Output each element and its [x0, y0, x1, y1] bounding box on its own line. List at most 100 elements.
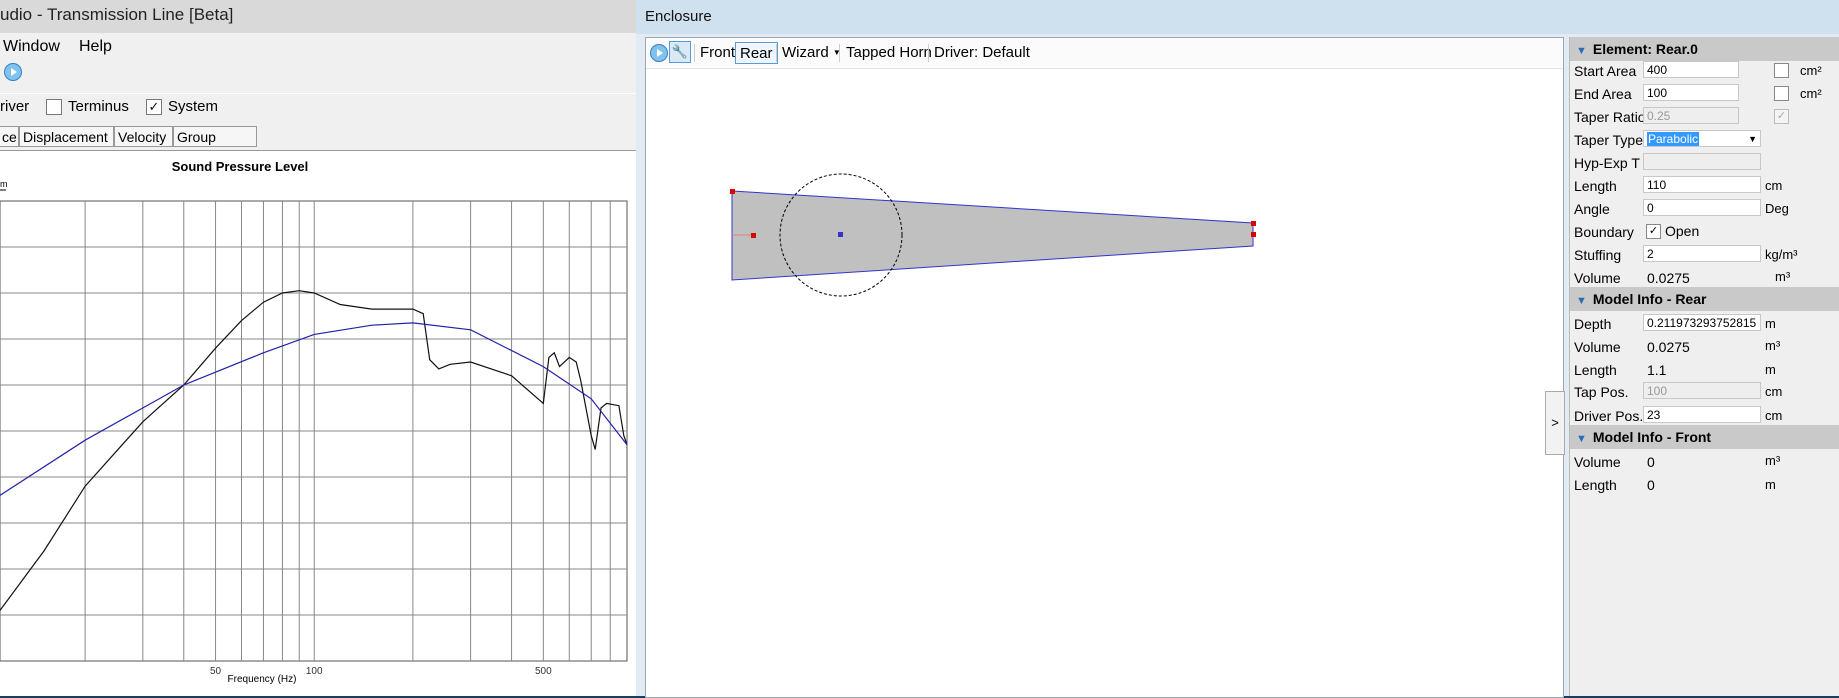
front-button[interactable]: Front	[696, 42, 739, 64]
end-area-label: End Area	[1574, 86, 1632, 102]
chart-title: Sound Pressure Level	[172, 159, 309, 174]
driver-button[interactable]: Driver: Default	[930, 42, 1034, 64]
transmission-line-window: udio - Transmission Line [Beta] Window H…	[0, 0, 636, 696]
corner-handle[interactable]	[1251, 221, 1256, 226]
stuffing-label: Stuffing	[1574, 247, 1622, 263]
terminus-label: Terminus	[68, 98, 129, 115]
driver-pos-input[interactable]: 23	[1643, 406, 1761, 423]
front-volume-unit: m³	[1765, 453, 1781, 468]
front-length-value: 0	[1647, 477, 1655, 493]
depth-input[interactable]: 0.211973293752815	[1643, 314, 1761, 331]
menu-help[interactable]: Help	[79, 38, 112, 56]
model-rear-section-title: Model Info - Rear	[1592, 291, 1707, 307]
taper-type-label: Taper Type	[1574, 132, 1644, 148]
rear-length-unit: m	[1765, 362, 1776, 377]
spl-chart: Sound Pressure Level m Frequency (Hz) 50…	[0, 151, 636, 696]
run-icon	[650, 44, 668, 62]
menu-window[interactable]: Window	[3, 38, 60, 56]
rear-volume-label: Volume	[1574, 339, 1621, 355]
series-line-2	[0, 322, 628, 496]
enclosure-frame: 🔧 Front Rear Wizard ▼ Tapped Horn Driver…	[636, 34, 1839, 698]
toolbar-separator	[776, 44, 777, 62]
taper-ratio-checkbox: ✓	[1774, 109, 1789, 124]
start-area-label: Start Area	[1574, 63, 1637, 79]
enclosure-drawing	[730, 173, 1256, 297]
enclosure-canvas[interactable]: 🔧 Front Rear Wizard ▼ Tapped Horn Driver…	[645, 37, 1564, 698]
tab-velocity[interactable]: Velocity	[114, 126, 173, 147]
start-area-checkbox[interactable]	[1774, 63, 1789, 78]
chevron-down-icon: ▼	[1748, 134, 1757, 144]
legend-fragment: m	[0, 179, 8, 189]
boundary-value: Open	[1665, 223, 1700, 239]
rear-length-value: 1.1	[1647, 362, 1667, 378]
rear-length-label: Length	[1574, 362, 1617, 378]
front-length-label: Length	[1574, 477, 1617, 493]
angle-label: Angle	[1574, 201, 1610, 217]
menu-bar: Window Help	[0, 33, 636, 93]
system-checkbox[interactable]: ✓	[146, 99, 162, 115]
end-handle[interactable]	[1251, 232, 1256, 237]
graph-tabs: ce Displacement Velocity Group Delay	[0, 125, 636, 166]
corner-handle[interactable]	[730, 189, 735, 194]
end-area-checkbox[interactable]	[1774, 86, 1789, 101]
length-label: Length	[1574, 178, 1617, 194]
options-bar: river Terminus ✓ System	[0, 93, 636, 126]
wizard-button[interactable]: Wizard ▼	[778, 42, 845, 64]
taper-ratio-input: 0.25	[1643, 107, 1739, 124]
front-volume-value: 0	[1647, 454, 1655, 470]
tab-group-delay[interactable]: Group Delay	[173, 126, 257, 166]
start-area-unit: cm²	[1800, 63, 1822, 78]
taper-type-value: Parabolic	[1647, 132, 1700, 146]
hyp-exp-input	[1643, 153, 1761, 170]
driver-pos-label: Driver Pos.	[1574, 408, 1644, 424]
tab-impedance[interactable]: ce	[0, 126, 19, 147]
driver-label: river	[0, 98, 30, 115]
properties-panel: ▼ Element: Rear.0 Start Area 400 cm² End …	[1569, 37, 1839, 696]
start-area-input[interactable]: 400	[1643, 61, 1739, 78]
driver-pos-unit: cm	[1765, 408, 1783, 423]
window-title: udio - Transmission Line [Beta]	[0, 5, 234, 24]
x-tick-label: 500	[535, 666, 552, 677]
play-icon	[4, 63, 22, 81]
end-area-unit: cm²	[1800, 86, 1822, 101]
run-button[interactable]	[650, 44, 668, 65]
tapped-horn-button[interactable]: Tapped Horn	[842, 42, 936, 64]
toolbar-separator	[928, 44, 929, 62]
taper-type-select[interactable]: Parabolic ▼	[1643, 130, 1761, 147]
rear-button[interactable]: Rear	[735, 42, 778, 64]
play-button[interactable]	[4, 63, 22, 84]
front-volume-label: Volume	[1574, 454, 1621, 470]
triangle-down-icon: ▼	[1576, 45, 1587, 57]
stuffing-input[interactable]: 2	[1643, 245, 1761, 262]
terminus-checkbox[interactable]	[46, 99, 62, 115]
chart-grid	[0, 200, 628, 662]
title-bar: udio - Transmission Line [Beta]	[0, 0, 636, 34]
triangle-down-icon: ▼	[1576, 433, 1587, 445]
model-front-section-header[interactable]: ▼ Model Info - Front	[1570, 425, 1839, 449]
enclosure-title-bar: Enclosure	[636, 0, 1839, 34]
x-axis-label: Frequency (Hz)	[228, 674, 297, 685]
end-area-input[interactable]: 100	[1643, 84, 1739, 101]
element-section-header[interactable]: ▼ Element: Rear.0	[1570, 37, 1839, 61]
tab-displacement[interactable]: Displacement	[19, 126, 114, 147]
rear-chamber-shape[interactable]	[731, 190, 1254, 281]
volume-label: Volume	[1574, 270, 1621, 286]
length-input[interactable]: 110	[1643, 176, 1761, 193]
toolbar-separator	[839, 44, 840, 62]
stuffing-unit: kg/m³	[1765, 247, 1798, 262]
taper-ratio-label: Taper Ratio	[1574, 109, 1646, 125]
wizard-label: Wizard	[782, 44, 829, 61]
model-rear-section-header[interactable]: ▼ Model Info - Rear	[1570, 287, 1839, 311]
tap-handle[interactable]	[751, 233, 756, 238]
x-tick-label: 100	[306, 666, 323, 677]
collapse-panel-button[interactable]: >	[1545, 391, 1565, 455]
system-label: System	[168, 98, 219, 115]
driver-center-handle[interactable]	[838, 232, 843, 237]
enclosure-window: Enclosure 🔧 Front Rear Wizard ▼ Tapped H…	[636, 0, 1839, 698]
boundary-checkbox[interactable]: ✓	[1646, 224, 1661, 239]
depth-unit: m	[1765, 316, 1776, 331]
tap-pos-label: Tap Pos.	[1574, 384, 1629, 400]
wrench-icon[interactable]: 🔧	[669, 41, 691, 63]
angle-input[interactable]: 0	[1643, 199, 1761, 216]
enclosure-toolbar: 🔧 Front Rear Wizard ▼ Tapped Horn Driver…	[646, 38, 1563, 69]
